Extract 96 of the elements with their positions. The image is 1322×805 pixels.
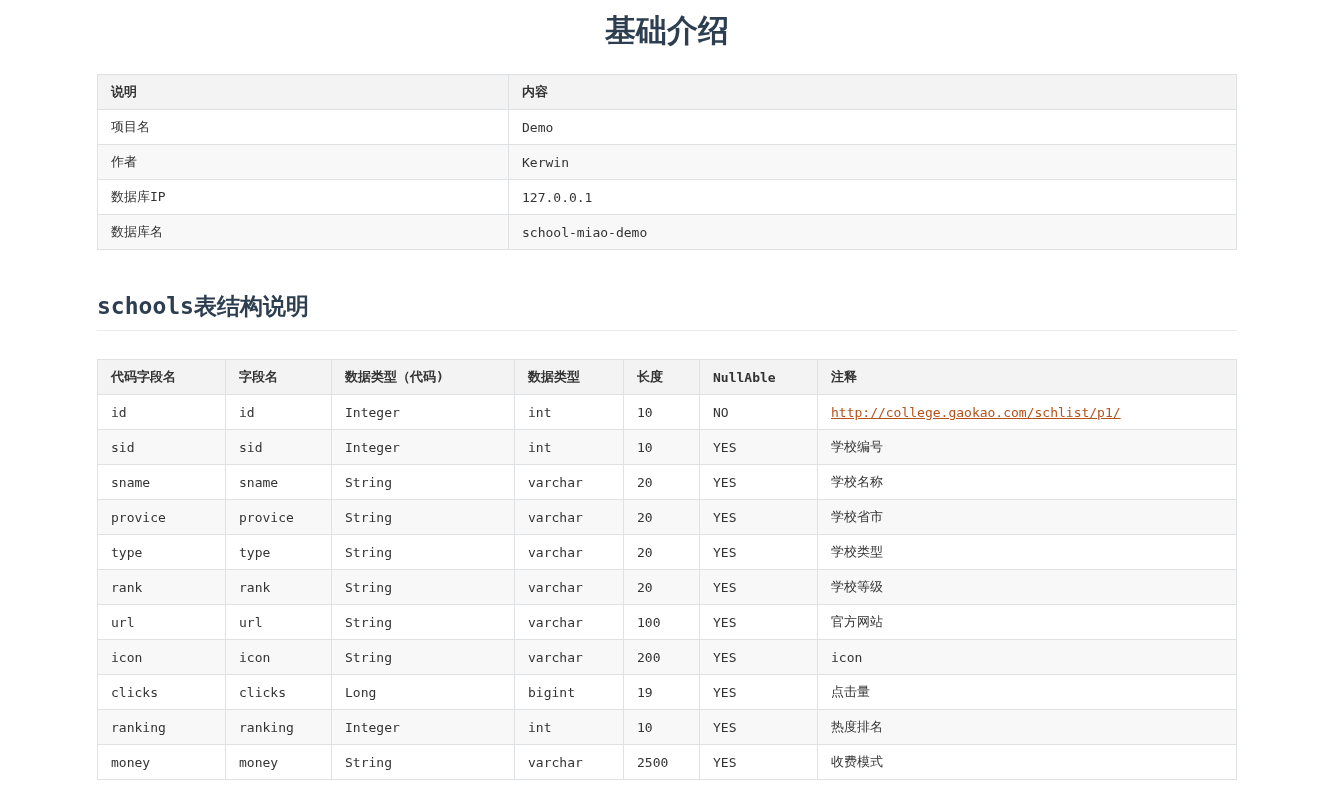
table-cell: 官方网站 <box>817 604 1237 640</box>
table-cell: sid <box>225 429 332 465</box>
table-cell: 10 <box>623 429 700 465</box>
table-cell: 20 <box>623 499 700 535</box>
table-cell: Integer <box>331 709 515 745</box>
table-cell: 200 <box>623 639 700 675</box>
table-cell: Demo <box>508 109 1237 145</box>
table-cell: id <box>97 394 226 430</box>
table-cell: YES <box>699 569 818 605</box>
table-cell: icon <box>97 639 226 675</box>
table-cell: varchar <box>514 534 624 570</box>
table-cell: String <box>331 639 515 675</box>
table-cell: 19 <box>623 674 700 710</box>
table-cell: icon <box>225 639 332 675</box>
table-cell: bigint <box>514 674 624 710</box>
column-header: 字段名 <box>225 359 332 395</box>
table-cell: 127.0.0.1 <box>508 179 1237 215</box>
table-cell: Kerwin <box>508 144 1237 180</box>
table-cell: 10 <box>623 709 700 745</box>
table-cell: icon <box>817 639 1237 675</box>
table-cell: money <box>97 744 226 780</box>
table-cell: int <box>514 394 624 430</box>
table-cell: varchar <box>514 604 624 640</box>
table-cell: sname <box>97 464 226 500</box>
table-cell: Integer <box>331 394 515 430</box>
table-cell: 作者 <box>97 144 509 180</box>
table-cell: YES <box>699 499 818 535</box>
table-cell: 学校名称 <box>817 464 1237 500</box>
table-cell: String <box>331 604 515 640</box>
table-cell: varchar <box>514 464 624 500</box>
table-cell: 点击量 <box>817 674 1237 710</box>
table-cell: clicks <box>97 674 226 710</box>
table-cell: 20 <box>623 464 700 500</box>
table-cell: int <box>514 709 624 745</box>
table-cell: type <box>225 534 332 570</box>
table-cell: 100 <box>623 604 700 640</box>
table-cell: String <box>331 464 515 500</box>
page-title: 基础介绍 <box>604 11 730 50</box>
table-cell: 20 <box>623 569 700 605</box>
table-cell: id <box>225 394 332 430</box>
table-cell: provice <box>97 499 226 535</box>
table-cell: sname <box>225 464 332 500</box>
table-cell: 数据库IP <box>97 179 509 215</box>
table-cell: 学校等级 <box>817 569 1237 605</box>
table-cell: YES <box>699 744 818 780</box>
column-header: 代码字段名 <box>97 359 226 395</box>
table-cell: NO <box>699 394 818 430</box>
table-cell: 数据库名 <box>97 214 509 250</box>
table-cell: String <box>331 744 515 780</box>
column-header: 说明 <box>97 74 509 110</box>
table-cell: String <box>331 499 515 535</box>
column-header: 内容 <box>508 74 1237 110</box>
column-header: 长度 <box>623 359 700 395</box>
table-cell: url <box>225 604 332 640</box>
table-cell: String <box>331 569 515 605</box>
column-header: 数据类型（代码) <box>331 359 515 395</box>
table-cell: YES <box>699 709 818 745</box>
column-header: NullAble <box>699 359 818 395</box>
table-cell: type <box>97 534 226 570</box>
column-header: 注释 <box>817 359 1237 395</box>
table-cell: String <box>331 534 515 570</box>
table-cell: YES <box>699 464 818 500</box>
table-cell: rank <box>97 569 226 605</box>
table-cell: YES <box>699 604 818 640</box>
table-cell: 2500 <box>623 744 700 780</box>
table-cell: int <box>514 429 624 465</box>
table-cell: 学校类型 <box>817 534 1237 570</box>
table-cell: 学校编号 <box>817 429 1237 465</box>
table-cell: sid <box>97 429 226 465</box>
table-cell: 学校省市 <box>817 499 1237 535</box>
section-heading: schools表结构说明 <box>97 290 1237 331</box>
table-cell: url <box>97 604 226 640</box>
table-cell: YES <box>699 534 818 570</box>
table-cell: varchar <box>514 639 624 675</box>
table-cell: YES <box>699 639 818 675</box>
table-cell: ranking <box>97 709 226 745</box>
table-cell: provice <box>225 499 332 535</box>
table-cell: varchar <box>514 569 624 605</box>
table-cell: 10 <box>623 394 700 430</box>
table-cell: varchar <box>514 744 624 780</box>
table-cell: 项目名 <box>97 109 509 145</box>
table-cell: 20 <box>623 534 700 570</box>
column-header: 数据类型 <box>514 359 624 395</box>
table-cell: YES <box>699 674 818 710</box>
table-cell: money <box>225 744 332 780</box>
table-cell: clicks <box>225 674 332 710</box>
table-cell: school-miao-demo <box>508 214 1237 250</box>
table-cell: varchar <box>514 499 624 535</box>
link[interactable]: http://college.gaokao.com/schlist/p1/ <box>831 404 1121 420</box>
table-cell: Integer <box>331 429 515 465</box>
table-cell: 收费模式 <box>817 744 1237 780</box>
table-cell: rank <box>225 569 332 605</box>
table-cell: YES <box>699 429 818 465</box>
table-cell: 热度排名 <box>817 709 1237 745</box>
table-cell: ranking <box>225 709 332 745</box>
table-cell: Long <box>331 674 515 710</box>
